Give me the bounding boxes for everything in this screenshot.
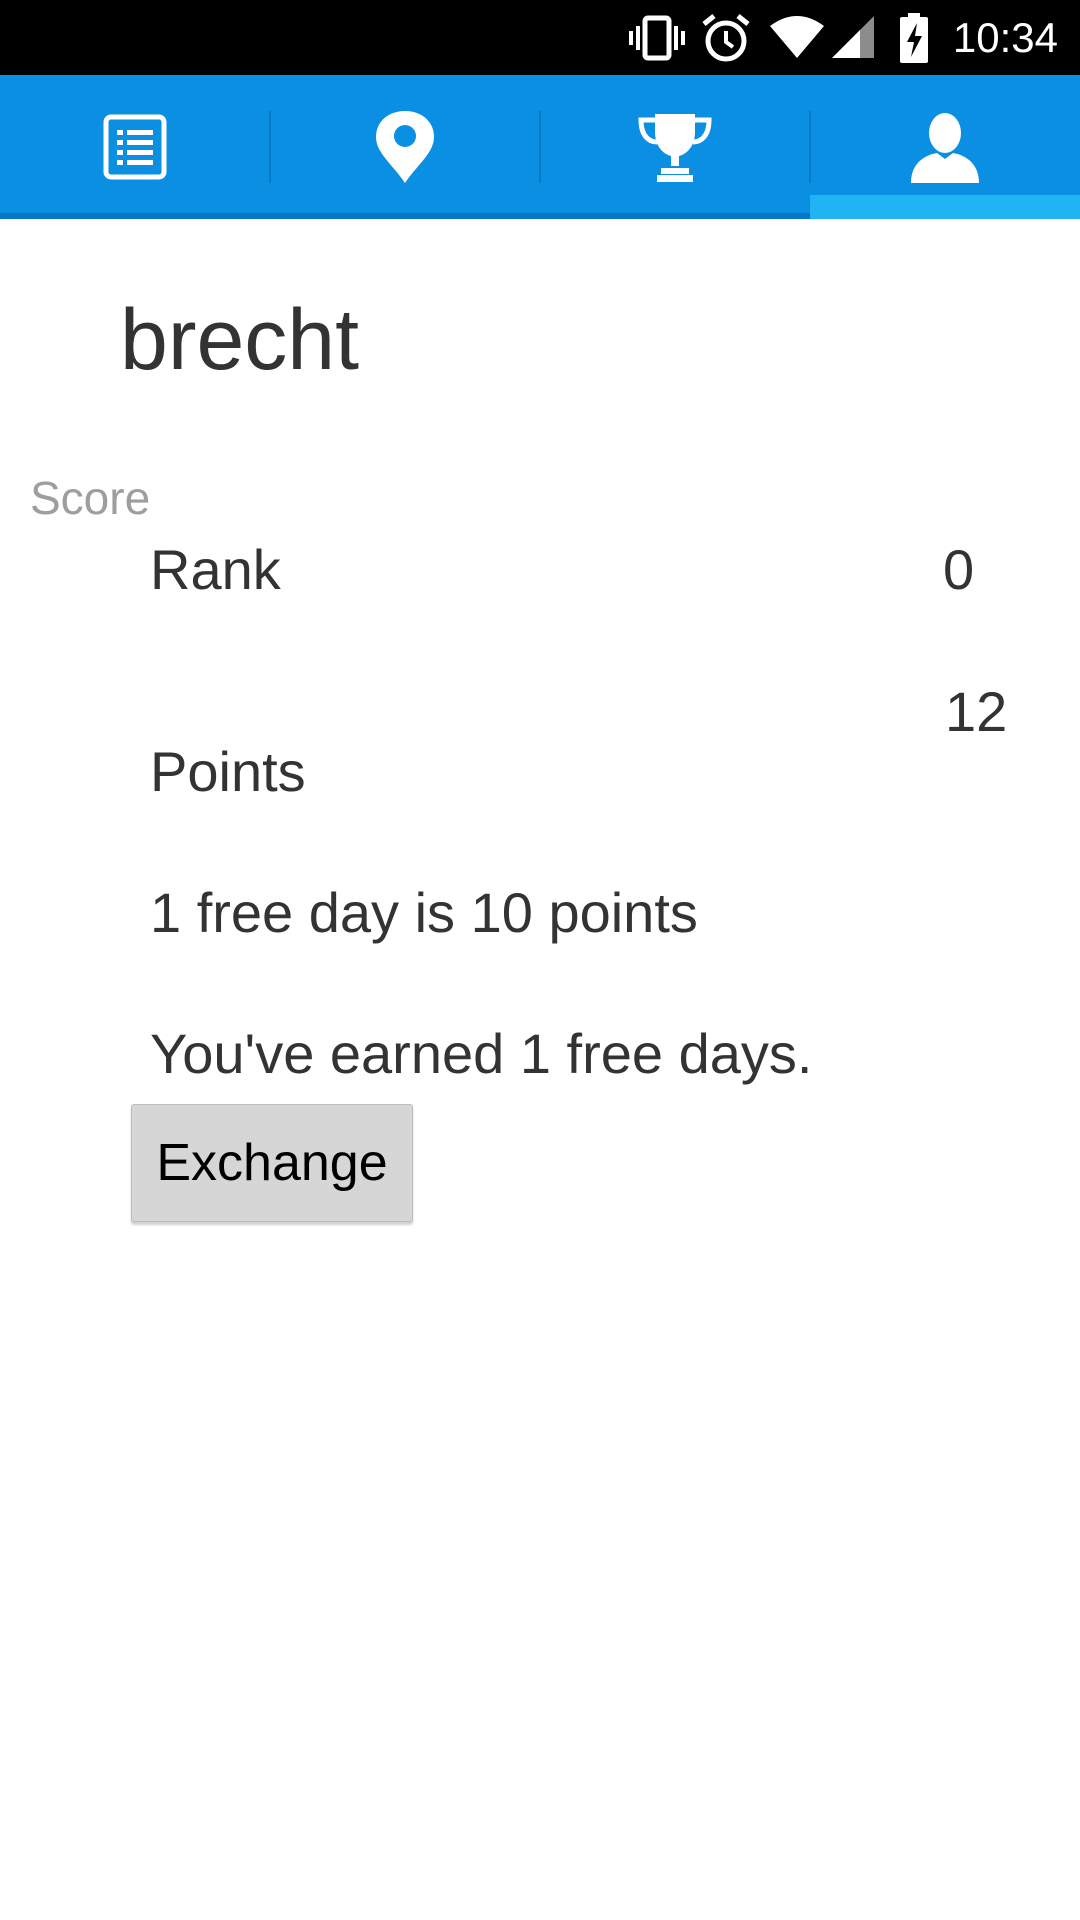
points-label: Points (150, 740, 306, 803)
score-section-label: Score (30, 472, 151, 524)
location-pin-icon (376, 111, 434, 183)
cell-signal-icon (832, 16, 874, 58)
earned-info: You've earned 1 free days. (150, 1022, 813, 1085)
vibrate-icon (629, 15, 685, 61)
exchange-button[interactable]: Exchange (131, 1104, 413, 1222)
trophy-icon (638, 114, 712, 182)
alarm-icon (702, 14, 750, 62)
tab-trophy[interactable] (540, 75, 810, 219)
username: brecht (120, 292, 360, 388)
battery-charging-icon (900, 13, 928, 63)
tab-bar (0, 75, 1080, 219)
free-day-info: 1 free day is 10 points (150, 881, 698, 944)
list-icon (103, 114, 167, 180)
tab-list[interactable] (0, 75, 270, 219)
tab-location[interactable] (270, 75, 540, 219)
rank-label: Rank (150, 538, 281, 601)
points-value: 12 (945, 680, 1008, 743)
rank-value: 0 (943, 538, 975, 601)
wifi-icon (770, 16, 824, 58)
status-time: 10:34 (952, 14, 1058, 61)
selected-tab-indicator (810, 195, 1080, 219)
user-icon (911, 113, 979, 183)
status-bar: 10:34 (0, 0, 1080, 75)
